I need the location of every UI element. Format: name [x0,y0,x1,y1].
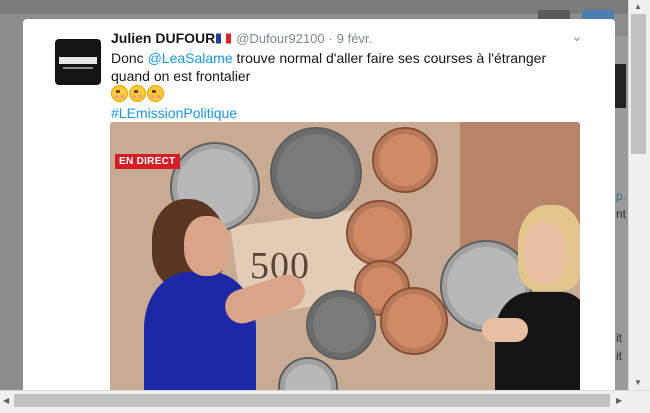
emoji-row [111,85,165,103]
background-text: it [616,331,622,345]
avatar-logo-line [63,67,93,69]
background-text: p. [616,189,627,203]
scroll-down-arrow-icon[interactable]: ▼ [634,378,642,388]
chevron-down-icon[interactable]: ⌄ [571,28,583,45]
horizontal-scrollbar-thumb[interactable] [14,394,610,407]
tweet-photo[interactable]: 500 EN DIRECT [110,122,580,399]
avatar-logo-stripe [59,57,97,64]
separator: · [328,31,333,46]
scroll-up-arrow-icon[interactable]: ▲ [634,2,642,12]
tweet-date[interactable]: 9 févr. [337,31,372,46]
flushed-face-emoji-icon [129,85,146,102]
coin [380,287,448,355]
scroll-left-arrow-icon[interactable]: ◀ [3,396,9,406]
coin [306,290,376,360]
background-text: it [616,349,622,363]
author-name[interactable]: Julien DUFOUR [111,30,215,46]
live-badge: EN DIRECT [115,154,180,169]
france-flag-icon [216,33,232,44]
scroll-right-arrow-icon[interactable]: ▶ [616,396,622,406]
background-bar [614,64,626,108]
flushed-face-emoji-icon [147,85,164,102]
tweet-modal: Julien DUFOUR @Dufour92100 · 9 févr. ⌄ Do… [23,19,615,399]
author-handle[interactable]: @Dufour92100 [236,31,324,46]
person-face [184,216,230,276]
avatar[interactable] [55,39,101,85]
coin [346,200,412,266]
person-jacket [495,292,580,399]
coin [372,127,438,193]
mention-link[interactable]: @LeaSalame [148,50,233,66]
tweet-header: Julien DUFOUR @Dufour92100 · 9 févr. [111,30,581,48]
hashtag-link[interactable]: #LEmissionPolitique [111,105,237,121]
tweet-text: Donc @LeaSalame trouve normal d'aller fa… [111,49,586,122]
background-text: nt [616,207,627,221]
vertical-scrollbar-thumb[interactable] [631,14,646,154]
tweet-text-part: Donc [111,50,148,66]
person-face [524,222,566,284]
coin [270,127,362,219]
flushed-face-emoji-icon [111,85,128,102]
person-hand [482,318,528,342]
